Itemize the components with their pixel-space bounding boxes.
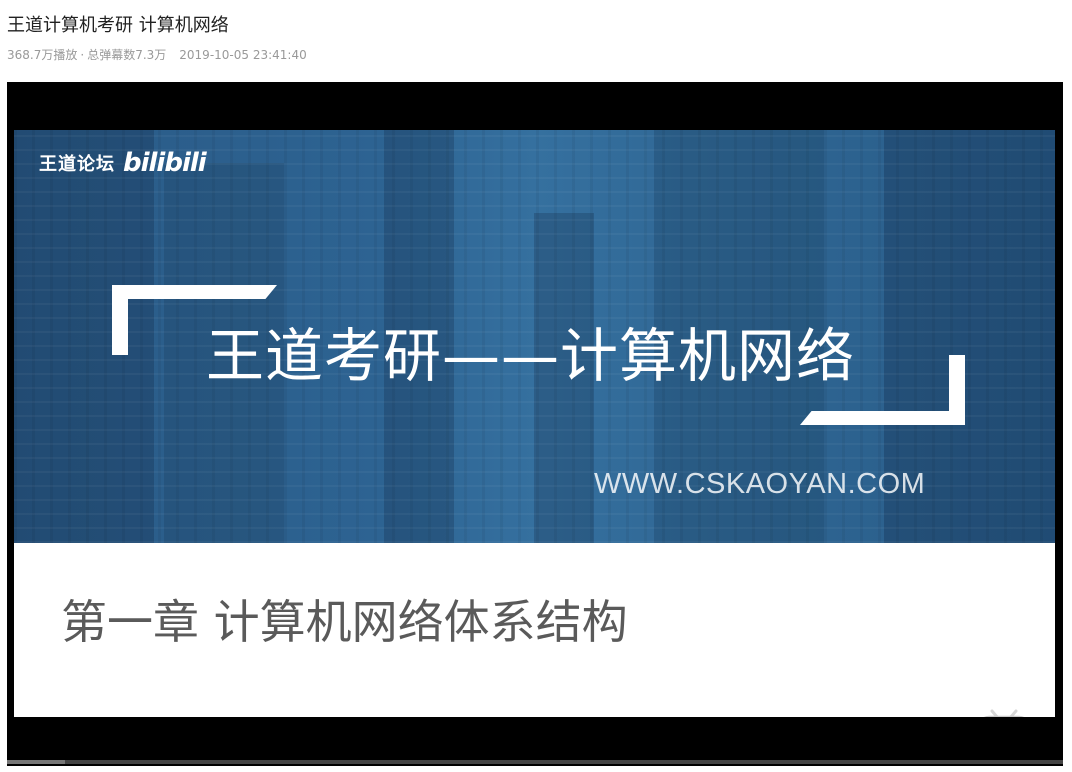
view-count: 368.7万播放 — [7, 48, 78, 62]
slide-site-url: WWW.CSKAOYAN.COM — [594, 468, 926, 500]
video-frame[interactable]: 王道论坛 bilibili 王道考研——计算机网络 WWW.CSKAOYAN.C… — [14, 130, 1055, 717]
video-meta: 368.7万播放 · 总弹幕数7.3万 2019-10-05 23:41:40 — [7, 47, 307, 63]
publish-date: 2019-10-05 23:41:40 — [179, 48, 307, 62]
bilibili-logo: bilibili — [123, 148, 207, 178]
bilibili-tv-icon — [976, 707, 1032, 717]
video-player[interactable]: 王道论坛 bilibili 王道考研——计算机网络 WWW.CSKAOYAN.C… — [7, 82, 1063, 766]
video-title: 王道计算机考研 计算机网络 — [7, 15, 229, 36]
danmaku-count: 总弹幕数7.3万 — [87, 48, 167, 62]
bracket-top-left-horizontal — [112, 285, 277, 299]
slide-banner: 王道论坛 bilibili 王道考研——计算机网络 WWW.CSKAOYAN.C… — [14, 130, 1055, 543]
bracket-bottom-right-horizontal — [800, 411, 965, 425]
slide-main-heading: 王道考研——计算机网络 — [206, 322, 856, 390]
slide-chapter-title: 第一章 计算机网络体系结构 — [61, 595, 628, 649]
page: 王道计算机考研 计算机网络 368.7万播放 · 总弹幕数7.3万 2019-10-0… — [0, 0, 1072, 772]
progress-fill — [7, 760, 66, 764]
logo-text: 王道论坛 — [39, 154, 115, 175]
slide-logo: 王道论坛 bilibili — [39, 148, 207, 178]
meta-separator: · — [80, 48, 85, 62]
progress-bar[interactable] — [7, 760, 1063, 764]
